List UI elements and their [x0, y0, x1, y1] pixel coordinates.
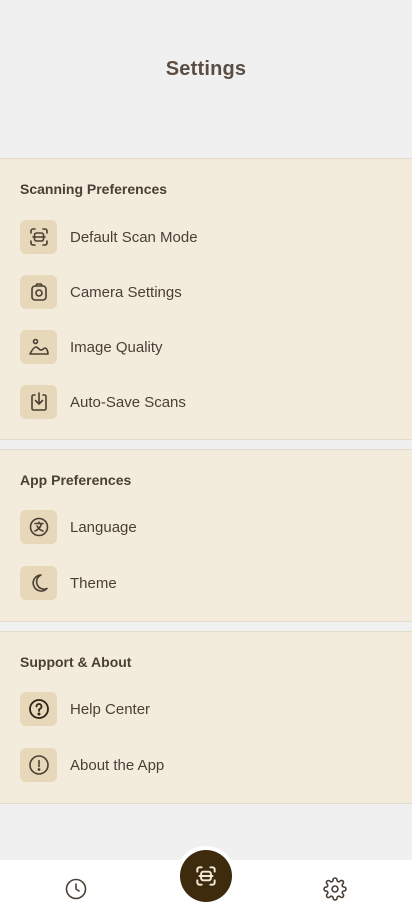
camera-icon [20, 275, 57, 309]
settings-item-camera-settings[interactable]: Camera Settings [0, 269, 412, 315]
settings-item-about-the-app[interactable]: About the App [0, 742, 412, 788]
language-icon [20, 510, 57, 544]
info-exclamation-icon [20, 748, 57, 782]
scan-icon [193, 863, 219, 889]
settings-item-label: Camera Settings [70, 283, 182, 301]
settings-item-theme[interactable]: Theme [0, 560, 412, 606]
scan-button[interactable] [180, 850, 232, 902]
settings-item-label: Theme [70, 574, 117, 592]
settings-item-help-center[interactable]: Help Center [0, 686, 412, 732]
settings-gear-icon[interactable] [322, 876, 348, 902]
section-support-about: Support & About Help Center About the Ap… [0, 631, 412, 804]
settings-item-label: Image Quality [70, 338, 163, 356]
settings-item-default-scan-mode[interactable]: Default Scan Mode [0, 214, 412, 260]
header: Settings [0, 0, 412, 158]
settings-item-auto-save-scans[interactable]: Auto-Save Scans [0, 379, 412, 425]
settings-item-label: Help Center [70, 700, 151, 718]
section-title: App Preferences [20, 472, 132, 488]
settings-item-image-quality[interactable]: Image Quality [0, 324, 412, 370]
section-title: Scanning Preferences [20, 181, 168, 197]
image-quality-icon [20, 330, 57, 364]
question-icon [20, 692, 57, 726]
settings-item-label: Default Scan Mode [70, 228, 198, 246]
section-app-preferences: App Preferences Language Theme [0, 449, 412, 622]
settings-item-label: Language [70, 518, 137, 536]
settings-item-label: Auto-Save Scans [70, 393, 186, 411]
settings-item-label: About the App [70, 756, 165, 774]
moon-icon [20, 566, 57, 600]
download-tray-icon [20, 385, 57, 419]
section-title: Support & About [20, 654, 132, 670]
settings-item-language[interactable]: Language [0, 504, 412, 550]
scan-frame-icon [20, 220, 57, 254]
page-title: Settings [165, 58, 247, 80]
section-scanning-preferences: Scanning Preferences Default Scan Mode C… [0, 158, 412, 440]
history-clock-icon[interactable] [63, 876, 89, 902]
